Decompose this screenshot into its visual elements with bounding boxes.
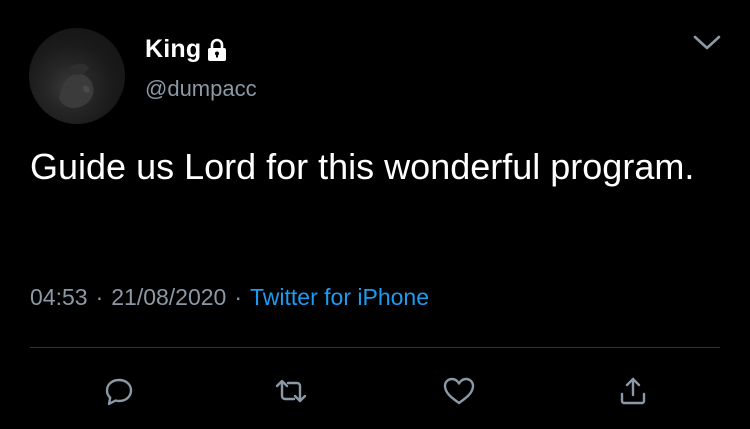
like-button[interactable] <box>436 368 482 414</box>
tweet-text: Guide us Lord for this wonderful program… <box>30 146 695 187</box>
meta-separator: · <box>95 284 104 310</box>
like-icon <box>443 377 475 405</box>
retweet-icon <box>275 379 307 403</box>
avatar-image <box>59 63 94 108</box>
tweet-meta: 04:53 · 21/08/2020 · Twitter for iPhone <box>30 284 429 311</box>
divider <box>30 347 720 348</box>
author-name[interactable]: King <box>145 35 201 64</box>
reply-icon <box>105 378 133 406</box>
tweet-date: 21/08/2020 <box>111 284 227 310</box>
tweet-time: 04:53 <box>30 284 88 310</box>
retweet-button[interactable] <box>268 368 314 414</box>
meta-separator: · <box>234 284 243 310</box>
tweet-source-link[interactable]: Twitter for iPhone <box>250 284 429 310</box>
avatar[interactable] <box>29 28 125 124</box>
lock-icon <box>206 38 228 62</box>
tweet-card: King @dumpacc Guide us Lord for this won… <box>0 0 750 429</box>
share-button[interactable] <box>610 368 656 414</box>
chevron-down-icon[interactable] <box>692 32 722 52</box>
action-bar <box>0 368 750 414</box>
share-icon <box>620 377 646 405</box>
reply-button[interactable] <box>96 368 142 414</box>
author-handle[interactable]: @dumpacc <box>145 76 257 102</box>
author-row: King <box>145 34 228 64</box>
